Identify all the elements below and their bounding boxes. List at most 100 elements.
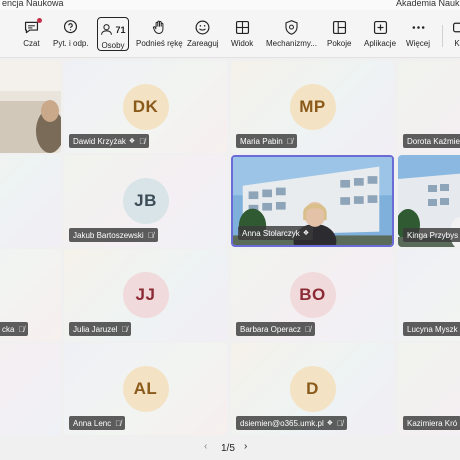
participant-name-tag: Barbara Operacz 🎙̸ — [236, 322, 315, 336]
shared-icon: ❖ — [326, 420, 333, 427]
participant-tile[interactable]: cka 🎙̸ — [0, 249, 61, 341]
participant-tile[interactable] — [0, 155, 61, 247]
avatar: D — [289, 366, 336, 412]
rooms-label: Pokoje — [327, 39, 352, 48]
participant-name: Dawid Krzyżak — [73, 136, 126, 146]
qa-icon — [64, 20, 78, 34]
react-label: Zareaguj — [187, 39, 219, 48]
participant-tile[interactable]: JJ Julia Jaruzel 🎙̸ — [64, 249, 227, 341]
qa-label: Pyt. i odp. — [53, 39, 89, 48]
shield-icon — [285, 20, 298, 35]
mic-muted-icon: 🎙̸ — [18, 324, 25, 334]
participant-name: Maria Pabin — [240, 136, 283, 146]
mic-muted-icon: 🎙̸ — [115, 418, 122, 428]
participant-name: Kinga Przybys — [407, 230, 459, 240]
avatar: DK — [122, 84, 169, 130]
page-indicator: 1/5 — [221, 443, 235, 454]
unread-badge — [37, 18, 42, 23]
window-titlebar: encja Naukowa Akademia Nauk — [0, 0, 460, 10]
participant-name-tag: Julia Jaruzel 🎙̸ — [69, 322, 132, 336]
rooms-icon — [332, 20, 346, 35]
mic-muted-icon: 🎙̸ — [286, 136, 293, 146]
participant-name: Barbara Operacz — [240, 324, 301, 334]
view-label: Widok — [231, 39, 254, 48]
more-button[interactable]: Więcej — [406, 19, 430, 53]
avatar: BO — [289, 272, 336, 318]
shared-icon: ❖ — [302, 230, 310, 237]
previous-page-button[interactable]: ‹ — [204, 441, 207, 452]
chat-button[interactable]: Czat — [23, 18, 42, 53]
participant-name: Jakub Bartoszewski — [73, 230, 144, 240]
mic-muted-icon: 🎙̸ — [337, 418, 343, 428]
next-page-button[interactable]: › — [244, 441, 247, 452]
participant-name: Lucyna Myszk — [407, 324, 458, 334]
participant-name-tag: dsiemien@o365.umk.pl ❖ 🎙̸ — [236, 416, 347, 430]
participant-tile[interactable]: D dsiemien@o365.umk.pl ❖ 🎙̸ — [231, 343, 394, 435]
avatar: MP — [289, 84, 336, 130]
partial-toolbar-button[interactable]: K — [452, 19, 460, 53]
apps-label: Aplikacje — [364, 39, 397, 48]
participant-name-tag: Kinga Przybys — [403, 228, 460, 242]
participant-tile[interactable]: BO Barbara Operacz 🎙̸ — [231, 249, 394, 341]
participant-tile[interactable]: Kinga Przybys — [398, 155, 460, 247]
participant-name-tag: cka 🎙̸ — [0, 322, 29, 336]
participant-name-tag: Jakub Bartoszewski 🎙̸ — [69, 228, 158, 242]
hand-icon — [152, 20, 164, 34]
participant-name-tag: Dawid Krzyżak ❖ 🎙̸ — [69, 134, 150, 148]
organization-title: Akademia Nauk — [396, 0, 460, 8]
smiley-icon — [195, 20, 210, 35]
avatar: AL — [122, 366, 169, 412]
participant-tile[interactable] — [0, 343, 61, 435]
qa-button[interactable]: Pyt. i odp. — [53, 19, 89, 53]
raise-hand-label: Podnieś rękę — [136, 39, 183, 48]
participant-name-tag: Maria Pabin 🎙̸ — [236, 134, 297, 148]
toolbar-divider — [442, 25, 443, 47]
partial-toolbar-label: K — [454, 39, 460, 48]
grid-icon — [235, 20, 249, 35]
participant-tile[interactable]: AL Anna Lenc 🎙̸ — [64, 343, 227, 435]
mechanisms-button[interactable]: Mechanizmy... — [266, 19, 317, 53]
meeting-title: encja Naukowa — [2, 0, 64, 8]
view-button[interactable]: Widok — [231, 19, 253, 53]
participant-name-tag: Kazimiera Kró — [403, 416, 460, 430]
people-button[interactable]: 71 Osoby — [97, 17, 129, 51]
people-icon — [101, 24, 113, 35]
participant-name-tag: Dorota Kaźmie — [403, 134, 460, 148]
participant-name-tag: Anna Stolarczyk ❖ — [238, 226, 314, 240]
chat-label: Czat — [23, 39, 40, 48]
react-button[interactable]: Zareaguj — [187, 19, 219, 53]
participant-name: dsiemien@o365.umk.pl — [240, 418, 324, 428]
participant-name-tag: Lucyna Myszk — [403, 322, 460, 336]
participant-tile[interactable]: Lucyna Myszk — [398, 249, 460, 341]
people-count: 71 — [115, 24, 126, 35]
people-label: Osoby — [101, 41, 125, 50]
participant-name: Kazimiera Kró — [407, 418, 458, 428]
participant-tile-speaking[interactable]: Anna Stolarczyk ❖ — [231, 155, 394, 247]
participant-tile[interactable] — [0, 61, 61, 153]
avatar: JJ — [122, 272, 169, 318]
shared-icon: ❖ — [128, 138, 136, 145]
mic-muted-icon: 🎙̸ — [121, 324, 128, 334]
apps-button[interactable]: Aplikacje — [364, 19, 396, 53]
participant-grid: DK Dawid Krzyżak ❖ 🎙̸ MP Maria Pabin 🎙̸ … — [0, 59, 460, 437]
camera-icon — [453, 22, 460, 33]
participant-name-tag: Anna Lenc 🎙̸ — [69, 416, 126, 430]
participant-tile[interactable]: DK Dawid Krzyżak ❖ 🎙̸ — [64, 61, 227, 153]
participant-tile[interactable]: Dorota Kaźmie — [398, 61, 460, 153]
mic-muted-icon: 🎙̸ — [147, 230, 154, 240]
more-icon — [412, 26, 424, 29]
raise-hand-button[interactable]: Podnieś rękę — [136, 19, 183, 53]
participant-name: cka — [2, 324, 15, 334]
avatar: JB — [122, 178, 169, 224]
mic-muted-icon: 🎙̸ — [304, 324, 311, 334]
participant-tile[interactable]: JB Jakub Bartoszewski 🎙̸ — [64, 155, 227, 247]
pagination: ‹ 1/5 › — [0, 437, 460, 460]
rooms-button[interactable]: Pokoje — [327, 19, 351, 53]
participant-tile[interactable]: Kazimiera Kró — [398, 343, 460, 435]
participant-name: Dorota Kaźmie — [407, 136, 460, 146]
participant-name: Anna Lenc — [73, 418, 112, 428]
participant-name: Anna Stolarczyk — [242, 228, 300, 238]
participant-tile[interactable]: MP Maria Pabin 🎙̸ — [231, 61, 394, 153]
more-label: Więcej — [406, 39, 431, 48]
add-app-icon — [373, 20, 387, 35]
